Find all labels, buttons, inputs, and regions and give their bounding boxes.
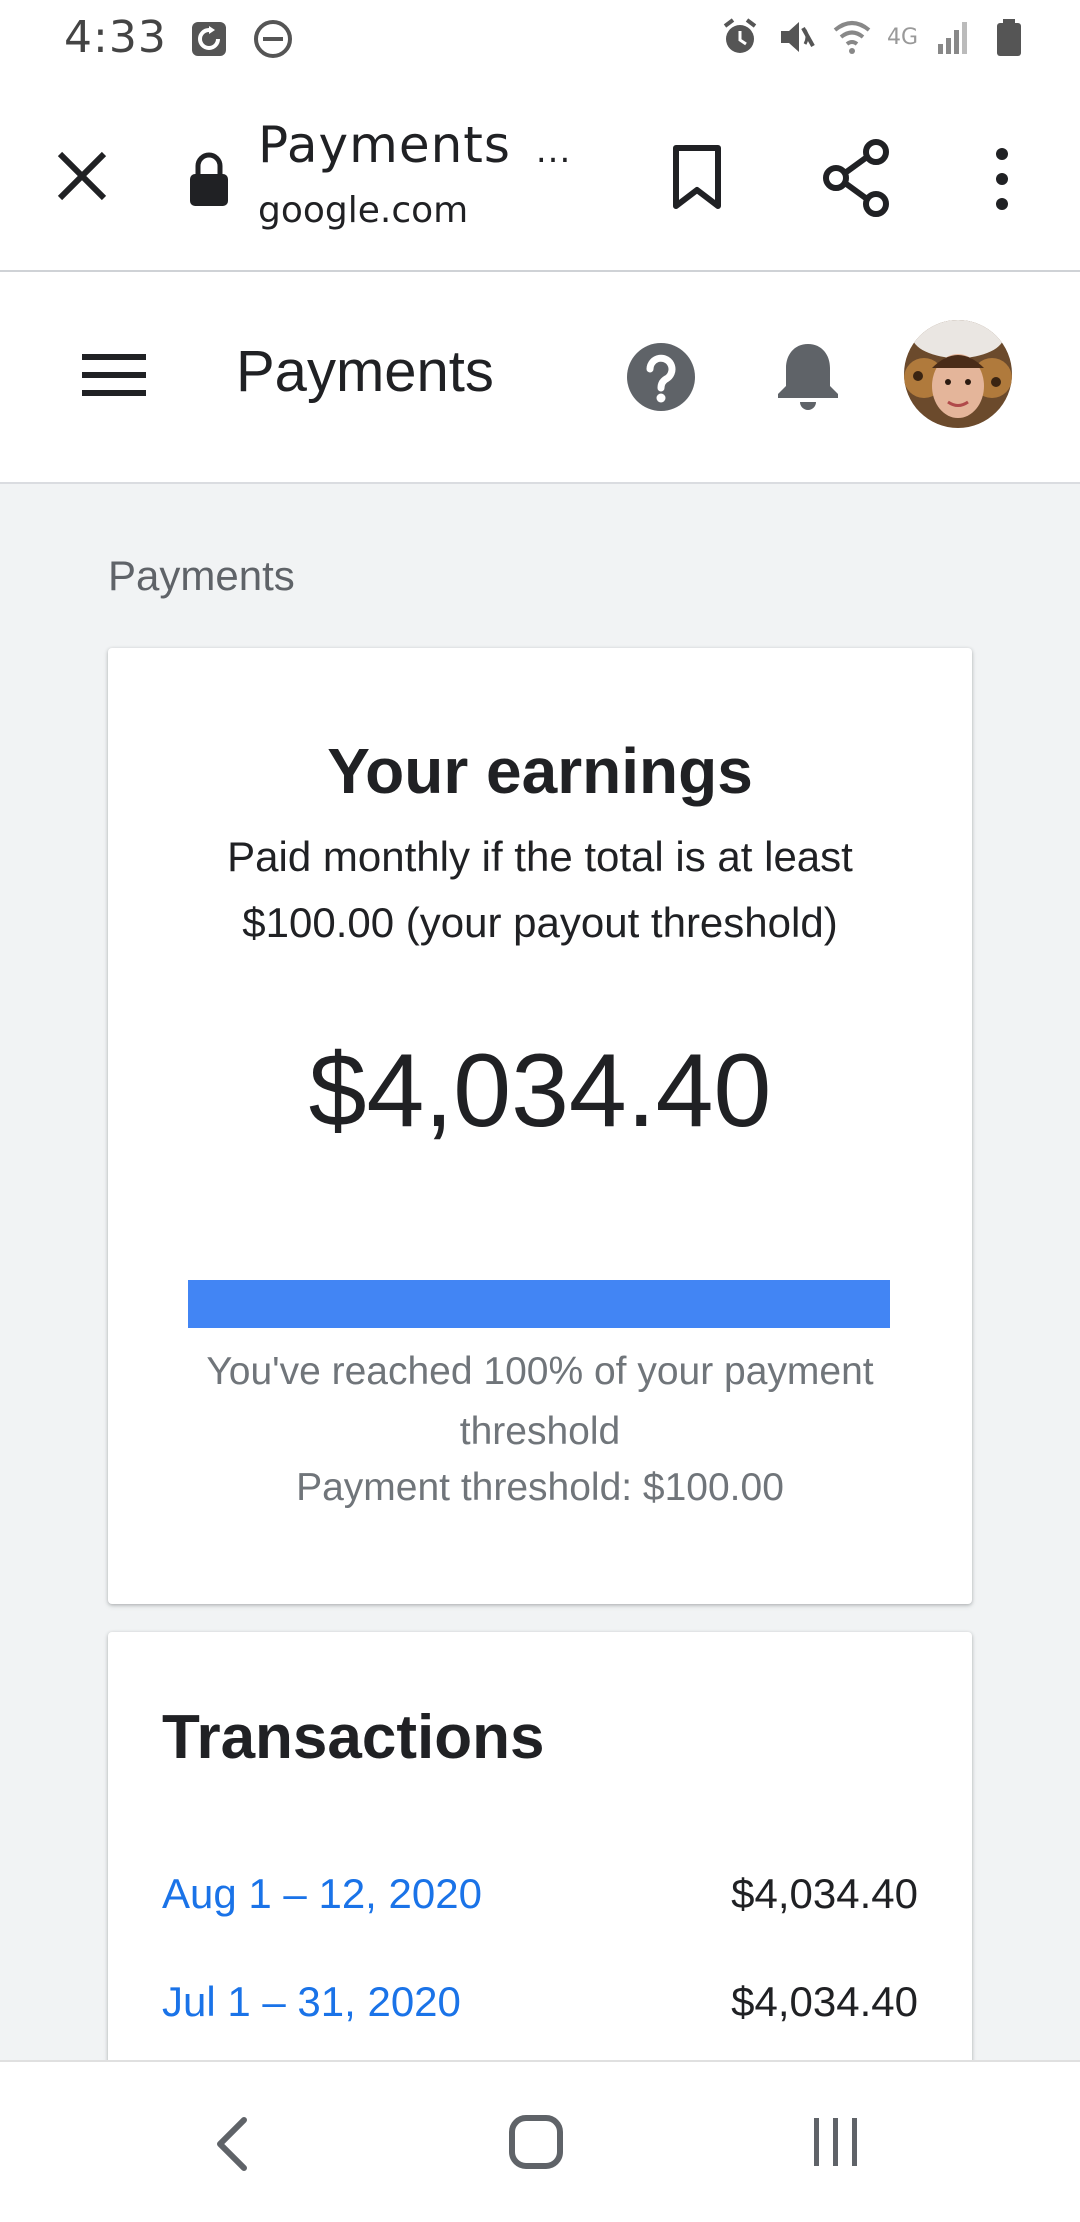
wifi-icon	[833, 21, 871, 54]
lock-icon	[190, 152, 228, 206]
earnings-title: Your earnings	[327, 735, 753, 807]
share-icon[interactable]	[822, 138, 892, 218]
transaction-amount: $4,034.40	[731, 1978, 918, 2025]
transaction-row: Jul 1 – 31, 2020 $4,034.40	[162, 1978, 918, 2038]
breadcrumb: Payments	[108, 552, 295, 599]
home-icon[interactable]	[506, 2112, 566, 2172]
threshold-progress-bar	[188, 1280, 890, 1328]
app-header: Payments	[0, 272, 1080, 484]
transaction-row: Aug 1 – 12, 2020 $4,034.40	[162, 1870, 918, 1930]
transactions-card: Transactions Aug 1 – 12, 2020 $4,034.40 …	[108, 1632, 972, 2072]
transaction-date-link[interactable]: Jul 1 – 31, 2020	[162, 1978, 461, 2026]
recent-apps-icon[interactable]	[808, 2114, 864, 2170]
threshold-progress-fill	[188, 1280, 890, 1328]
close-icon[interactable]	[50, 144, 114, 208]
status-right-icons: 4G	[719, 16, 1030, 58]
transactions-title: Transactions	[162, 1703, 545, 1772]
sync-notification-icon	[192, 22, 226, 56]
mute-icon	[780, 22, 815, 52]
earnings-amount: $4,034.40	[308, 1033, 772, 1149]
avatar[interactable]	[904, 320, 1012, 428]
status-time: 4:33	[64, 12, 167, 63]
earnings-card: Your earnings Paid monthly if the total …	[108, 648, 972, 1604]
threshold-reached-text: You've reached 100% of your payment thre…	[206, 1350, 874, 1453]
browser-title-ellipsis: ...	[535, 131, 572, 171]
bookmark-icon[interactable]	[668, 142, 726, 212]
hamburger-menu-icon[interactable]	[82, 350, 146, 400]
browser-url[interactable]: google.com	[258, 190, 468, 231]
payment-threshold-text: Payment threshold: $100.00	[296, 1466, 784, 1509]
browser-toolbar: Payments ... google.com	[0, 84, 1080, 272]
transaction-date-link[interactable]: Aug 1 – 12, 2020	[162, 1870, 482, 1918]
system-navigation-bar	[0, 2060, 1080, 2222]
more-vertical-icon[interactable]	[984, 144, 1020, 214]
notifications-bell-icon[interactable]	[776, 338, 840, 414]
back-icon[interactable]	[208, 2114, 258, 2174]
earnings-subtitle: Paid monthly if the total is at least $1…	[227, 833, 853, 946]
transaction-amount: $4,034.40	[731, 1870, 918, 1917]
status-bar: 4:33 4G	[0, 0, 1080, 84]
do-not-disturb-icon	[254, 20, 292, 58]
browser-page-title[interactable]: Payments ...	[258, 116, 571, 174]
avatar-image	[904, 320, 1012, 428]
help-icon[interactable]	[626, 342, 696, 412]
network-type-label: 4G	[886, 24, 918, 50]
battery-icon	[997, 19, 1021, 56]
browser-title-text: Payments	[258, 116, 511, 174]
alarm-icon	[723, 18, 757, 53]
signal-icon	[938, 22, 967, 54]
page-title: Payments	[236, 339, 494, 404]
status-left-icons	[188, 18, 294, 60]
